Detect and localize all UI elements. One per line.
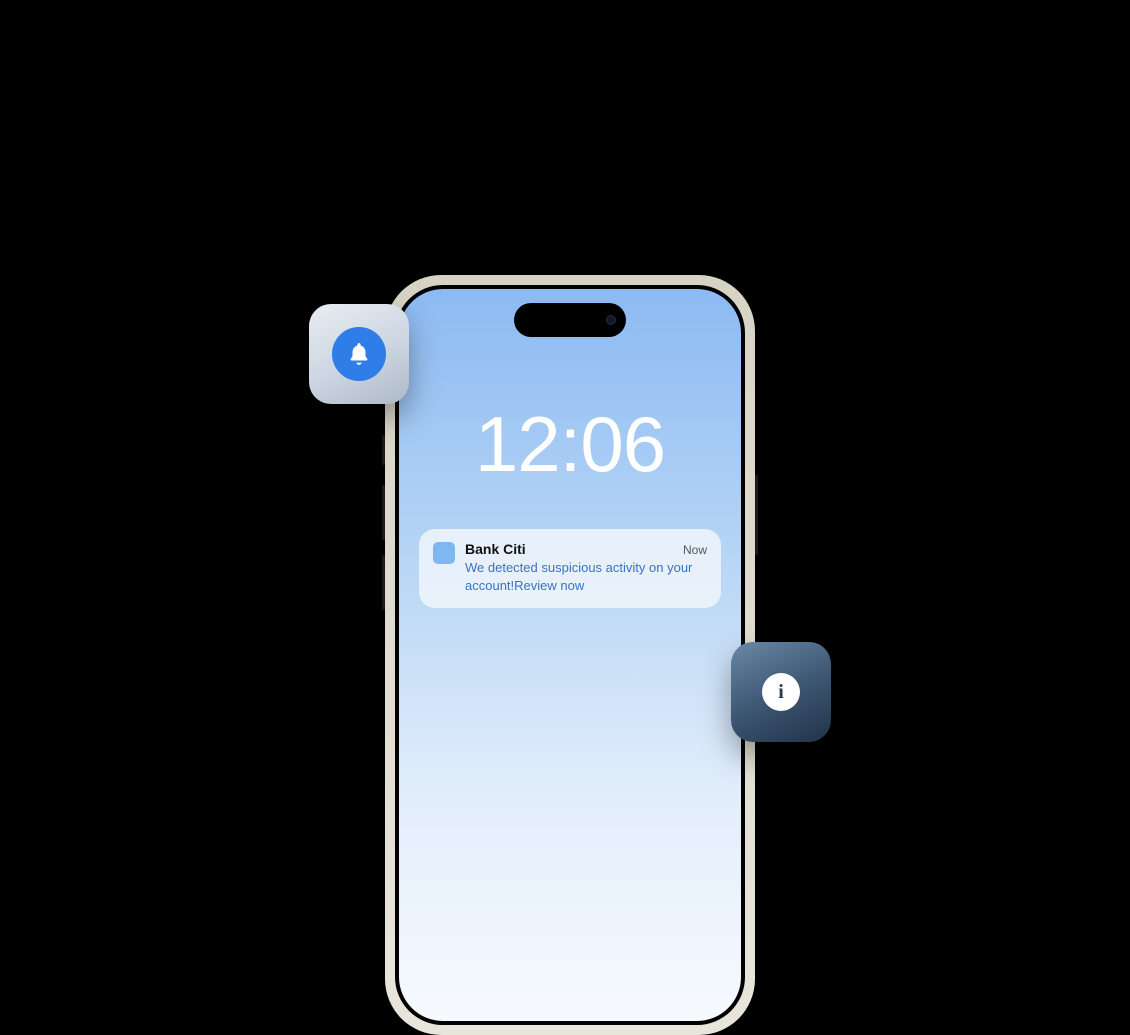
notification-header: Bank Citi Now [465, 541, 707, 557]
notification-app-name: Bank Citi [465, 541, 526, 557]
volume-up-button[interactable] [382, 485, 385, 540]
info-tile[interactable]: i [731, 642, 831, 742]
notification-app-icon [433, 542, 455, 564]
lock-screen[interactable]: 12:06 Bank Citi Now We detected suspicio… [399, 289, 741, 1021]
bell-circle [332, 327, 386, 381]
volume-down-button[interactable] [382, 555, 385, 610]
notification-message: We detected suspicious activity on your … [465, 559, 707, 594]
notification-body: Bank Citi Now We detected suspicious act… [465, 541, 707, 594]
info-glyph: i [778, 681, 784, 704]
phone-device: 12:06 Bank Citi Now We detected suspicio… [385, 275, 755, 1035]
dynamic-island[interactable] [514, 303, 626, 337]
bell-icon [346, 341, 372, 367]
info-icon: i [762, 673, 800, 711]
notification-timestamp: Now [683, 543, 707, 557]
notification-card[interactable]: Bank Citi Now We detected suspicious act… [419, 529, 721, 608]
bell-tile[interactable] [309, 304, 409, 404]
lock-screen-time: 12:06 [399, 399, 741, 490]
phone-frame: 12:06 Bank Citi Now We detected suspicio… [395, 285, 745, 1025]
mute-switch[interactable] [382, 435, 385, 465]
power-button[interactable] [755, 475, 758, 555]
